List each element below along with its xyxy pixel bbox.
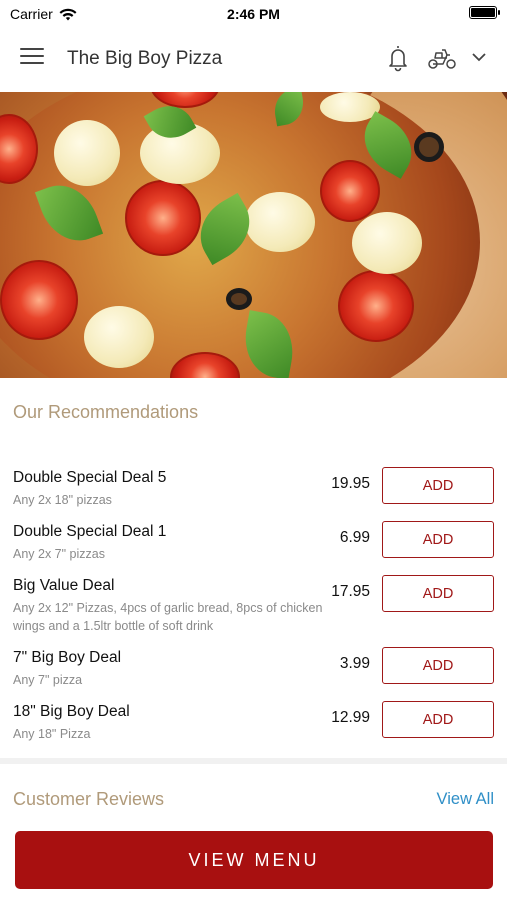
item-name: Double Special Deal 1 [13, 523, 167, 540]
add-button[interactable]: ADD [382, 467, 494, 504]
bell-icon[interactable] [386, 44, 410, 72]
restaurant-title: The Big Boy Pizza [67, 48, 223, 69]
battery-icon [469, 6, 500, 19]
item-description: Any 2x 7" pizzas [13, 547, 105, 561]
view-all-reviews-link[interactable]: View All [437, 790, 494, 809]
menu-icon[interactable] [20, 48, 44, 66]
clock: 2:46 PM [227, 6, 280, 22]
add-button[interactable]: ADD [382, 521, 494, 558]
add-button[interactable]: ADD [382, 575, 494, 612]
item-name: 7" Big Boy Deal [13, 649, 122, 666]
status-bar: Carrier 2:46 PM [0, 0, 507, 28]
item-description: Any 2x 18" pizzas [13, 493, 112, 507]
item-price: 12.99 [331, 709, 370, 726]
chevron-down-icon[interactable] [470, 48, 488, 66]
hero-pizza-image [0, 92, 507, 378]
item-description: Any 18" Pizza [13, 727, 91, 741]
delivery-scooter-icon[interactable] [427, 45, 457, 71]
section-divider [0, 758, 507, 764]
item-name: Double Special Deal 5 [13, 469, 167, 486]
item-name: 18" Big Boy Deal [13, 703, 130, 720]
add-button[interactable]: ADD [382, 701, 494, 738]
item-price: 3.99 [339, 655, 370, 672]
item-price: 17.95 [331, 583, 370, 600]
reviews-heading: Customer Reviews [13, 789, 165, 809]
view-menu-button[interactable]: VIEW MENU [15, 831, 493, 889]
item-price: 19.95 [331, 475, 370, 492]
item-name: Big Value Deal [13, 577, 115, 594]
app-bar: The Big Boy Pizza [0, 28, 507, 90]
item-description: Any 7" pizza [13, 673, 83, 687]
add-button[interactable]: ADD [382, 647, 494, 684]
item-description: Any 2x 12" Pizzas, 4pcs of garlic bread,… [13, 601, 323, 633]
item-price: 6.99 [339, 529, 370, 546]
recommendations-heading: Our Recommendations [13, 402, 199, 422]
